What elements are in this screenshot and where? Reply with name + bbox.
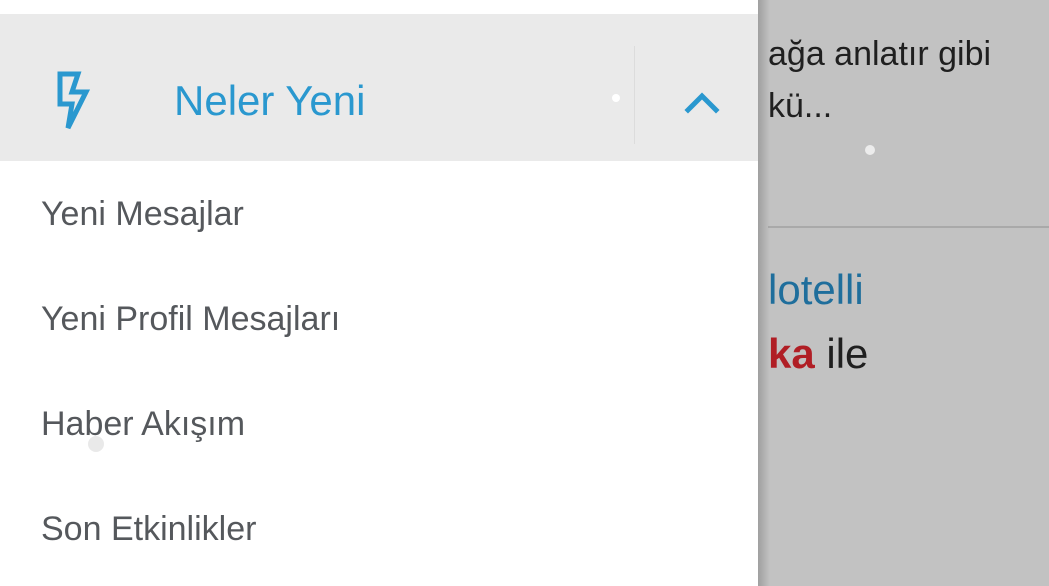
bolt-icon <box>57 71 91 130</box>
menu-item-label: Haber Akışım <box>41 405 246 443</box>
decorative-dot <box>612 94 620 102</box>
background-divider <box>768 226 1049 228</box>
collapse-section-button[interactable] <box>662 64 742 140</box>
header-separator <box>634 46 635 144</box>
menu-item-label: Yeni Mesajlar <box>41 195 244 233</box>
menu-item-haber-akisim[interactable]: Haber Akışım <box>0 372 758 476</box>
background-highlight-text: ka <box>768 330 815 377</box>
background-line-rest: ile <box>814 330 869 377</box>
touch-indicator <box>88 436 104 452</box>
background-post-line: ka ile <box>768 330 868 378</box>
section-header-neler-yeni[interactable]: Neler Yeni <box>0 14 758 161</box>
drawer-shadow <box>758 0 770 586</box>
menu-item-label: Yeni Profil Mesajları <box>41 300 341 338</box>
background-post-excerpt: ağa anlatır gibi kü... <box>768 28 991 132</box>
background-user-link: lotelli <box>768 266 864 313</box>
background-excerpt-line2: kü... <box>768 87 833 125</box>
menu-item-yeni-profil-mesajlari[interactable]: Yeni Profil Mesajları <box>0 267 758 371</box>
menu-item-label: Son Etkinlikler <box>41 510 257 548</box>
menu-item-son-etkinlikler[interactable]: Son Etkinlikler <box>0 477 758 581</box>
background-excerpt-line1: ağa anlatır gibi <box>768 35 992 73</box>
section-title: Neler Yeni <box>174 77 366 124</box>
background-dot <box>865 145 875 155</box>
menu-item-yeni-mesajlar[interactable]: Yeni Mesajlar <box>0 162 758 266</box>
navigation-drawer: Neler Yeni Yeni Mesajlar Yeni Profil Mes… <box>0 0 758 586</box>
chevron-up-icon <box>684 92 720 114</box>
